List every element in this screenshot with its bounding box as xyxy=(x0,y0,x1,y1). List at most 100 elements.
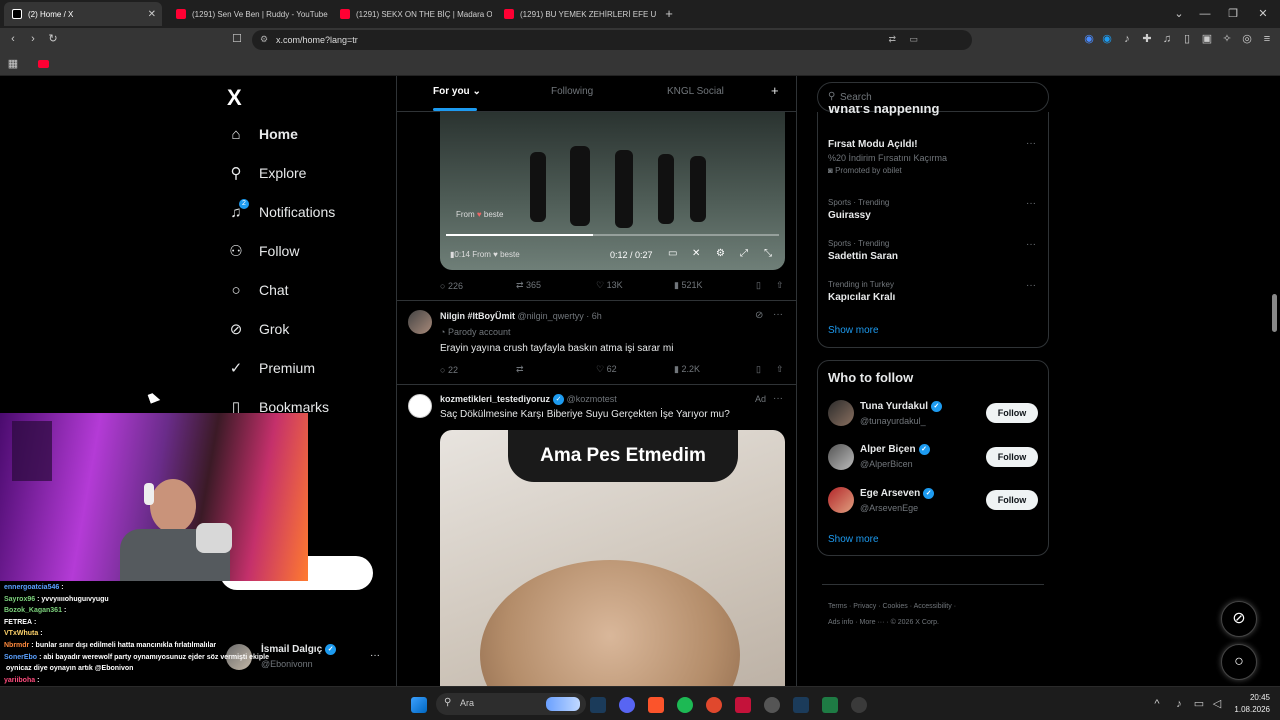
bookmark-page-icon[interactable]: ☐ xyxy=(230,33,244,45)
page-scrollbar[interactable] xyxy=(1272,294,1277,332)
extension-icon[interactable]: ◉ xyxy=(1100,33,1114,45)
cast-icon[interactable]: ▭ xyxy=(909,34,918,45)
tray-chevron-icon[interactable]: ^ xyxy=(1150,698,1164,710)
repost-button[interactable]: ⇄ xyxy=(516,364,596,375)
address-bar[interactable]: ⚙ x.com/home?lang=tr ⇄ ▭ xyxy=(252,30,972,50)
author-name[interactable]: kozmetikleri_testediyoruz xyxy=(440,394,550,404)
new-tab-button[interactable]: + xyxy=(662,7,676,20)
wallet-icon[interactable]: ▣ xyxy=(1200,33,1214,45)
grok-float-icon[interactable]: ⊘ xyxy=(1221,601,1257,637)
menu-icon[interactable]: ≡ xyxy=(1260,33,1274,45)
tab-x-home[interactable]: (2) Home / X ✕ xyxy=(4,2,162,26)
views-button[interactable]: ▮ 521K xyxy=(674,280,756,291)
account-more-icon[interactable]: ··· xyxy=(370,650,380,661)
vpn-icon[interactable]: ◎ xyxy=(1240,33,1254,45)
mute-icon[interactable]: ✕ xyxy=(692,248,700,259)
tab-search-icon[interactable]: ⌄ xyxy=(1172,8,1186,20)
more-icon[interactable]: ··· xyxy=(773,393,783,404)
fullscreen-icon[interactable]: ⤡ xyxy=(764,248,772,259)
app-icon[interactable] xyxy=(706,697,722,713)
maximize-icon[interactable]: ❐ xyxy=(1226,8,1240,20)
footer-cookies-link[interactable]: Cookies xyxy=(882,603,907,610)
tab-for-you[interactable]: For you ⌄ xyxy=(433,86,481,97)
app-icon[interactable] xyxy=(764,697,780,713)
leo-ai-icon[interactable]: ✧ xyxy=(1220,33,1234,45)
brave-icon[interactable] xyxy=(648,697,664,713)
footer-ads-link[interactable]: Ads info xyxy=(828,619,853,626)
spotify-icon[interactable] xyxy=(677,697,693,713)
follow-button[interactable]: Follow xyxy=(986,403,1038,423)
trend-item[interactable]: Fırsat Modu Açıldı! %20 İndirim Fırsatın… xyxy=(828,139,947,175)
footer-accessibility-link[interactable]: Accessibility xyxy=(914,603,952,610)
youtube-bookmark-icon[interactable] xyxy=(38,60,49,68)
volume-icon[interactable]: ◁ xyxy=(1210,698,1224,710)
sidebar-item-home[interactable]: ⌂ Home xyxy=(227,122,297,146)
like-button[interactable]: ♡ 13K xyxy=(596,280,674,291)
like-button[interactable]: ♡ 62 xyxy=(596,364,674,375)
footer-terms-link[interactable]: Terms xyxy=(828,603,847,610)
sidebar-icon[interactable]: ▯ xyxy=(1180,33,1194,45)
tab-following[interactable]: Following xyxy=(551,86,593,97)
views-button[interactable]: ▮ 2.2K xyxy=(674,364,756,375)
share-icon[interactable]: ⇧ xyxy=(776,364,784,375)
show-more-link[interactable]: Show more xyxy=(828,325,879,336)
messages-float-icon[interactable]: ○ xyxy=(1221,644,1257,680)
follow-button[interactable]: Follow xyxy=(986,490,1038,510)
trend-item[interactable]: Sports · Trending Guirassy xyxy=(828,198,889,221)
close-window-icon[interactable]: ✕ xyxy=(1256,8,1270,20)
sidebar-item-premium[interactable]: ✓ Premium xyxy=(227,356,315,380)
follow-name[interactable]: Ege Arseven ✓ xyxy=(860,488,935,499)
steam-icon[interactable] xyxy=(590,697,606,713)
extension-icon[interactable]: ◉ xyxy=(1082,33,1096,45)
show-more-link[interactable]: Show more xyxy=(828,534,879,545)
avatar[interactable] xyxy=(828,487,854,513)
sidebar-item-chat[interactable]: ○ Chat xyxy=(227,278,288,302)
site-info-icon[interactable]: ⚙ xyxy=(260,34,268,45)
excel-icon[interactable] xyxy=(822,697,838,713)
tab-youtube-2[interactable]: (1291) SEKX ON THE BİÇ | Madara Ol xyxy=(332,2,492,26)
tab-youtube-3[interactable]: (1291) BU YEMEK ZEHİRLERİ EFE UYG xyxy=(496,2,656,26)
settings-icon[interactable]: ⚙ xyxy=(716,248,725,259)
post-media[interactable]: Ama Pes Etmedim xyxy=(440,430,785,686)
reload-icon[interactable]: ↻ xyxy=(46,33,60,45)
grok-icon[interactable]: ⊘ xyxy=(755,310,763,321)
sidebar-item-explore[interactable]: ⚲ Explore xyxy=(227,161,307,185)
video-progress-bar[interactable] xyxy=(446,234,779,236)
add-tab-button[interactable]: + xyxy=(771,83,779,98)
tab-youtube-1[interactable]: (1291) Sen Ve Ben | Ruddy - YouTube xyxy=(168,2,328,26)
tab-kngl-social[interactable]: KNGL Social xyxy=(667,86,724,97)
share-icon[interactable]: ⇧ xyxy=(776,280,784,291)
avatar[interactable] xyxy=(828,400,854,426)
steam-icon[interactable] xyxy=(793,697,809,713)
translate-icon[interactable]: ⇄ xyxy=(888,34,896,45)
video-player[interactable]: From ♥ beste ▮0:14 From ♥ beste 0:12 / 0… xyxy=(440,112,785,270)
extensions-puzzle-icon[interactable]: ✚ xyxy=(1140,33,1154,45)
popout-icon[interactable]: ⤢ xyxy=(740,248,748,259)
back-icon[interactable]: ‹ xyxy=(6,33,20,45)
more-icon[interactable]: ··· xyxy=(773,309,783,320)
sidebar-item-notifications[interactable]: ♫ 2 Notifications xyxy=(227,199,335,224)
trend-item[interactable]: Sports · Trending Sadettin Saran xyxy=(828,239,898,262)
microphone-icon[interactable]: ♪ xyxy=(1172,698,1186,710)
more-icon[interactable]: ··· xyxy=(1026,138,1036,149)
windows-start-icon[interactable] xyxy=(411,697,427,713)
apps-grid-icon[interactable]: ▦ xyxy=(6,58,20,70)
follow-button[interactable]: Follow xyxy=(986,447,1038,467)
bookmark-icon[interactable]: ▯ xyxy=(756,364,776,375)
adobe-icon[interactable] xyxy=(735,697,751,713)
repost-button[interactable]: ⇄ 365 xyxy=(516,280,596,291)
music-icon[interactable]: ♫ xyxy=(1160,33,1174,45)
close-tab-icon[interactable]: ✕ xyxy=(148,9,156,20)
follow-name[interactable]: Tuna Yurdakul ✓ xyxy=(860,401,942,412)
forward-icon[interactable]: › xyxy=(26,33,40,45)
reply-button[interactable]: ○ 22 xyxy=(440,365,516,375)
follow-name[interactable]: Alper Biçen ✓ xyxy=(860,444,930,455)
avatar[interactable] xyxy=(408,310,432,334)
captions-icon[interactable]: ▭ xyxy=(668,248,677,259)
extension-icon[interactable]: ♪ xyxy=(1120,33,1134,45)
more-icon[interactable]: ··· xyxy=(1026,239,1036,250)
trend-item[interactable]: Trending in Turkey Kapıcılar Kralı xyxy=(828,280,895,303)
app-icon[interactable] xyxy=(851,697,867,713)
footer-more-link[interactable]: More ··· xyxy=(860,619,885,626)
more-icon[interactable]: ··· xyxy=(1026,198,1036,209)
